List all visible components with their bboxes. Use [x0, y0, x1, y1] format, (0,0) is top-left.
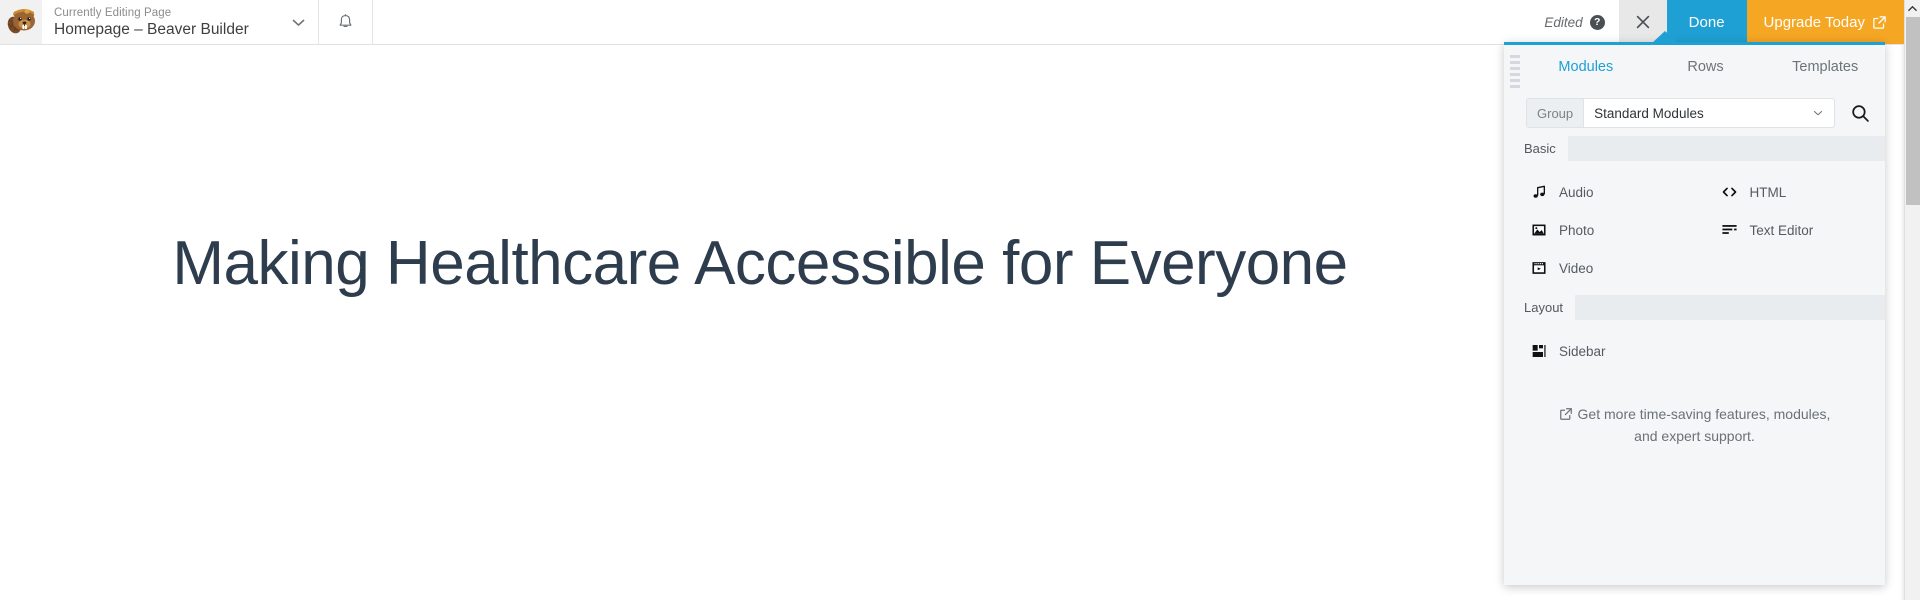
builder-content-panel: Modules Rows Templates Group Standard Mo…	[1504, 42, 1885, 585]
editing-dropdown-button[interactable]	[278, 0, 318, 44]
currently-editing-block[interactable]: Currently Editing Page Homepage – Beaver…	[42, 0, 278, 44]
module-label: HTML	[1749, 184, 1787, 200]
tab-templates[interactable]: Templates	[1765, 45, 1885, 90]
sidebar-layout-icon	[1530, 343, 1547, 360]
module-item-photo[interactable]: Photo	[1504, 211, 1695, 249]
scroll-up-button[interactable]	[1905, 0, 1920, 17]
edited-status: Edited ?	[1530, 0, 1618, 44]
currently-editing-label: Currently Editing Page	[54, 6, 172, 19]
music-note-icon	[1530, 184, 1547, 201]
module-label: Text Editor	[1749, 222, 1814, 238]
section-header-layout: Layout	[1504, 295, 1885, 320]
panel-filter-row: Group Standard Modules	[1504, 90, 1885, 136]
module-item-sidebar[interactable]: Sidebar	[1504, 332, 1695, 370]
module-grid-layout: Sidebar	[1504, 320, 1885, 378]
close-x-icon	[1636, 15, 1649, 29]
module-label: Audio	[1559, 184, 1594, 200]
search-button[interactable]	[1845, 98, 1875, 128]
module-label: Sidebar	[1559, 343, 1606, 359]
help-circle-icon[interactable]: ?	[1589, 14, 1605, 30]
module-label: Video	[1559, 260, 1594, 276]
external-link-icon	[1873, 15, 1886, 29]
beaver-logo-icon	[7, 9, 35, 34]
upgrade-today-label: Upgrade Today	[1763, 13, 1865, 31]
panel-pointer-arrow	[1652, 31, 1678, 43]
group-select[interactable]: Group Standard Modules	[1526, 98, 1835, 128]
upgrade-promo-link[interactable]: Get more time-saving features, modules, …	[1504, 378, 1885, 446]
admin-bar-left: Currently Editing Page Homepage – Beaver…	[0, 0, 319, 44]
section-title: Layout	[1504, 295, 1576, 320]
admin-bar-right: Edited ? Done Upgrade Today	[1530, 0, 1904, 44]
bell-icon	[339, 13, 352, 27]
promo-line-2: and expert support.	[1634, 428, 1755, 444]
beaver-logo-button[interactable]	[0, 0, 42, 44]
hero-heading: Making Healthcare Accessible for Everyon…	[172, 229, 1348, 298]
section-header-basic: Basic	[1504, 136, 1885, 161]
external-link-icon	[1559, 406, 1573, 426]
group-select-value: Standard Modules	[1594, 105, 1704, 121]
group-select-label: Group	[1527, 99, 1585, 127]
tab-rows[interactable]: Rows	[1646, 45, 1766, 90]
image-icon	[1530, 222, 1547, 239]
module-item-html[interactable]: HTML	[1695, 173, 1886, 211]
admin-bar: Currently Editing Page Homepage – Beaver…	[0, 0, 1904, 45]
edited-label: Edited	[1544, 14, 1583, 30]
scroll-up-arrow-icon	[1908, 5, 1917, 12]
module-item-audio[interactable]: Audio	[1504, 173, 1695, 211]
chevron-down-icon	[292, 19, 304, 26]
scrollbar-thumb[interactable]	[1906, 17, 1920, 205]
text-lines-icon	[1721, 222, 1738, 239]
upgrade-today-button[interactable]: Upgrade Today	[1746, 0, 1904, 44]
browser-scrollbar[interactable]	[1904, 0, 1920, 600]
promo-line-1: Get more time-saving features, modules,	[1577, 406, 1831, 422]
module-label: Photo	[1559, 222, 1595, 238]
admin-bar-spacer	[373, 0, 1530, 44]
module-grid-basic: Audio HTML Photo Text Editor Video	[1504, 161, 1885, 295]
section-title: Basic	[1504, 136, 1568, 161]
panel-tabs: Modules Rows Templates	[1504, 45, 1885, 90]
chevron-down-icon	[1812, 99, 1834, 127]
notifications-button[interactable]	[319, 0, 373, 44]
video-play-icon	[1530, 260, 1547, 277]
page-title: Homepage – Beaver Builder	[54, 20, 249, 38]
module-item-video[interactable]: Video	[1504, 249, 1695, 287]
tab-modules[interactable]: Modules	[1526, 45, 1646, 90]
code-brackets-icon	[1721, 184, 1738, 201]
module-item-text-editor[interactable]: Text Editor	[1695, 211, 1886, 249]
drag-handle-icon[interactable]	[1510, 55, 1520, 97]
search-icon	[1851, 104, 1869, 122]
done-button[interactable]: Done	[1666, 0, 1747, 44]
